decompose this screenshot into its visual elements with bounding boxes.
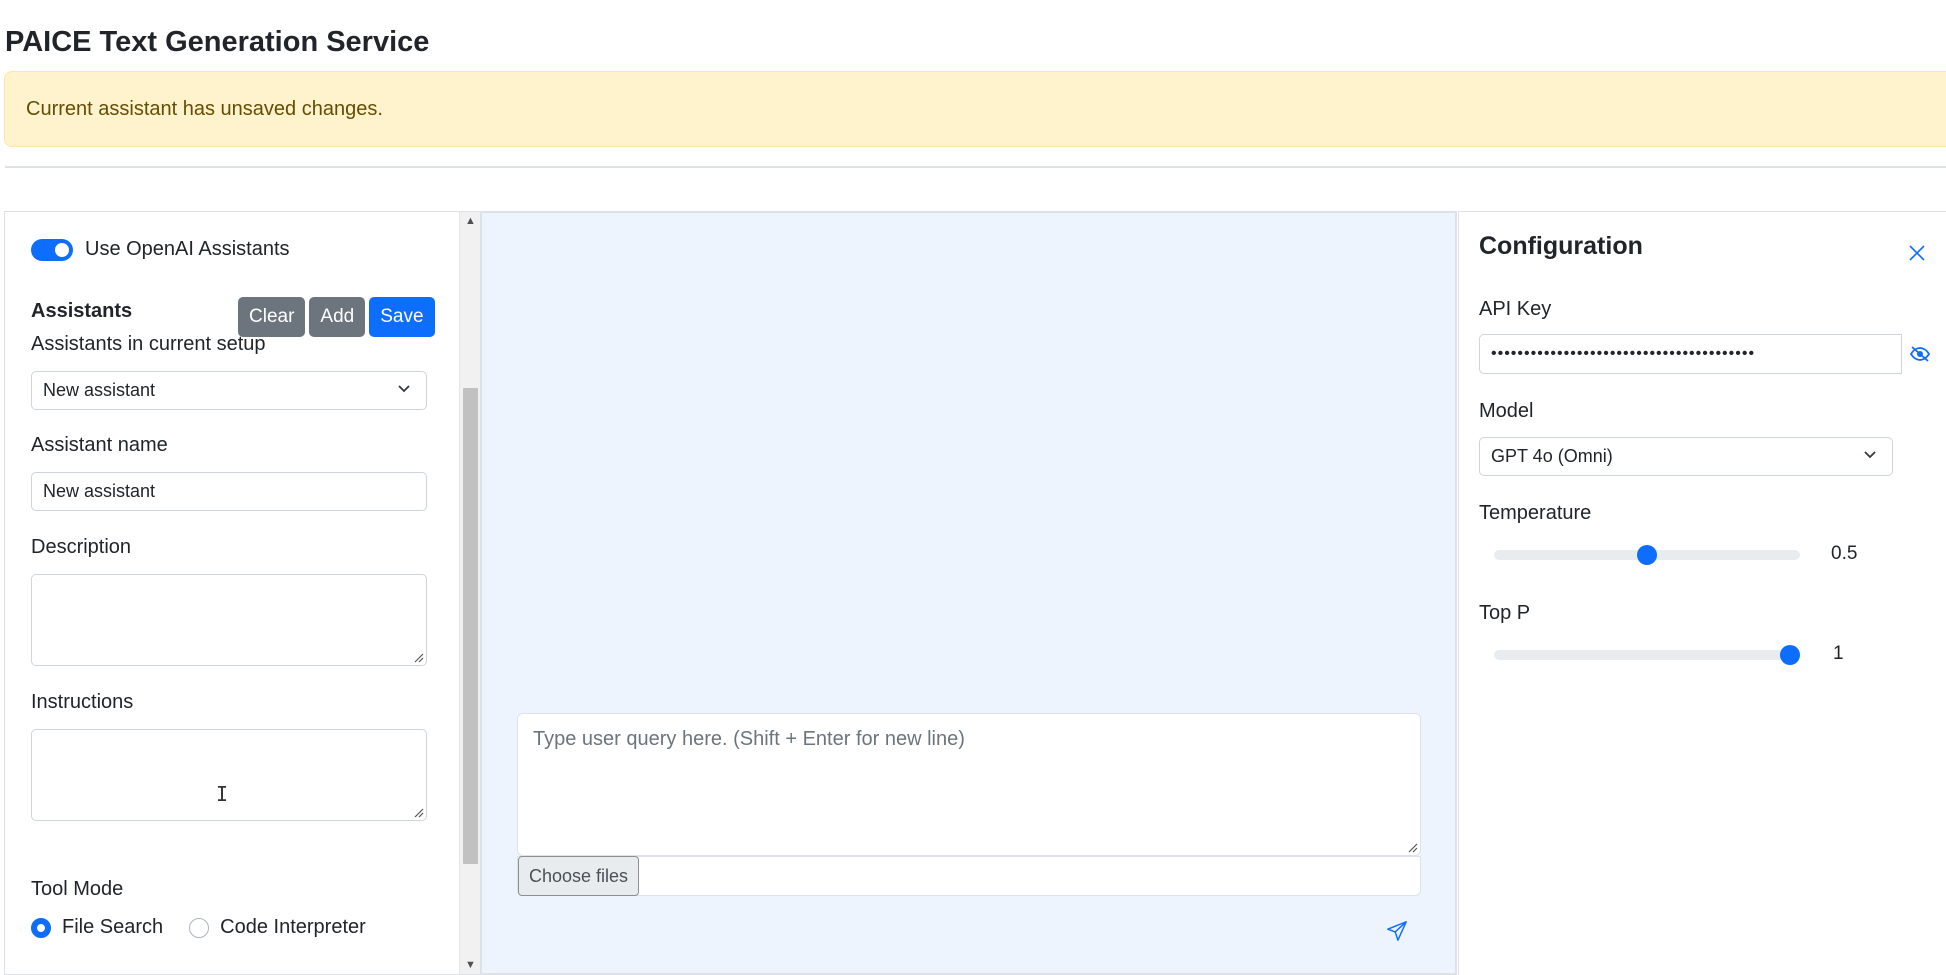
assistant-name-label: Assistant name (31, 434, 168, 456)
use-openai-assistants-label: Use OpenAI Assistants (85, 238, 290, 260)
file-search-radio[interactable] (31, 917, 51, 938)
temperature-value: 0.5 (1831, 543, 1858, 564)
unsaved-changes-alert: Current assistant has unsaved changes. (4, 71, 1946, 147)
current-setup-value: New assistant (43, 380, 156, 400)
assistant-panel: Use OpenAI Assistants Assistants Clear A… (4, 211, 480, 975)
choose-files-button[interactable]: Choose files (518, 856, 640, 896)
left-panel-scrollbar[interactable]: ▲ ▼ (459, 212, 480, 974)
chevron-down-icon (398, 385, 410, 393)
use-openai-assistants-switch[interactable] (31, 238, 73, 261)
model-label: Model (1479, 400, 1534, 422)
add-button[interactable]: Add (309, 297, 366, 337)
file-input[interactable]: Choose files (517, 856, 1421, 896)
page-title: PAICE Text Generation Service (5, 26, 430, 58)
model-select[interactable]: GPT 4o (Omni) (1479, 437, 1893, 476)
scroll-up-icon[interactable]: ▲ (460, 212, 481, 230)
resize-handle-icon[interactable] (414, 653, 424, 663)
instructions-textarea[interactable]: I (31, 729, 427, 821)
divider (5, 166, 1946, 168)
current-setup-select[interactable]: New assistant (31, 371, 427, 410)
instructions-label: Instructions (31, 691, 134, 713)
tool-mode-options: File Search Code Interpreter (31, 916, 392, 939)
close-icon[interactable] (1908, 244, 1926, 262)
top-p-value: 1 (1833, 643, 1844, 664)
eye-slash-icon[interactable] (1909, 345, 1931, 363)
description-textarea[interactable] (31, 574, 427, 666)
assistants-heading: Assistants (31, 300, 133, 322)
code-interpreter-label[interactable]: Code Interpreter (220, 916, 366, 939)
scroll-thumb[interactable] (463, 388, 478, 864)
use-openai-assistants-toggle-row: Use OpenAI Assistants (31, 238, 290, 261)
resize-handle-icon[interactable] (1408, 843, 1418, 853)
current-setup-label: Assistants in current setup (31, 333, 266, 355)
clear-button[interactable]: Clear (238, 297, 306, 337)
description-label: Description (31, 536, 132, 558)
assistant-panel-content: Use OpenAI Assistants Assistants Clear A… (5, 212, 460, 974)
temperature-slider[interactable] (1494, 545, 1800, 565)
file-search-label[interactable]: File Search (62, 916, 163, 939)
top-p-slider[interactable] (1494, 645, 1800, 665)
tool-mode-label: Tool Mode (31, 878, 124, 900)
top-p-label: Top P (1479, 602, 1531, 624)
assistant-actions: Clear Add Save (238, 297, 435, 337)
switch-knob (55, 242, 69, 257)
chat-panel: Type user query here. (Shift + Enter for… (480, 211, 1457, 975)
scroll-down-icon[interactable]: ▼ (460, 956, 481, 974)
user-query-input[interactable]: Type user query here. (Shift + Enter for… (517, 713, 1421, 856)
configuration-title: Configuration (1479, 232, 1643, 260)
save-button[interactable]: Save (369, 297, 435, 337)
alert-text: Current assistant has unsaved changes. (26, 97, 383, 120)
api-key-input[interactable]: •••••••••••••••••••••••••••••••••••••••• (1479, 334, 1902, 374)
temperature-slider-thumb[interactable] (1637, 545, 1657, 565)
temperature-label: Temperature (1479, 502, 1592, 524)
top-p-slider-thumb[interactable] (1780, 645, 1800, 665)
configuration-panel: Configuration API Key ••••••••••••••••••… (1458, 211, 1946, 975)
model-value: GPT 4o (Omni) (1491, 446, 1613, 466)
api-key-value: •••••••••••••••••••••••••••••••••••••••• (1491, 345, 1756, 362)
send-icon[interactable] (1386, 920, 1408, 942)
resize-handle-icon[interactable] (414, 808, 424, 818)
chevron-down-icon (1864, 451, 1876, 459)
text-cursor-icon: I (216, 782, 229, 806)
code-interpreter-radio[interactable] (189, 917, 210, 938)
assistant-name-input[interactable]: New assistant (31, 472, 427, 511)
api-key-label: API Key (1479, 298, 1552, 320)
assistant-name-value: New assistant (43, 481, 156, 501)
